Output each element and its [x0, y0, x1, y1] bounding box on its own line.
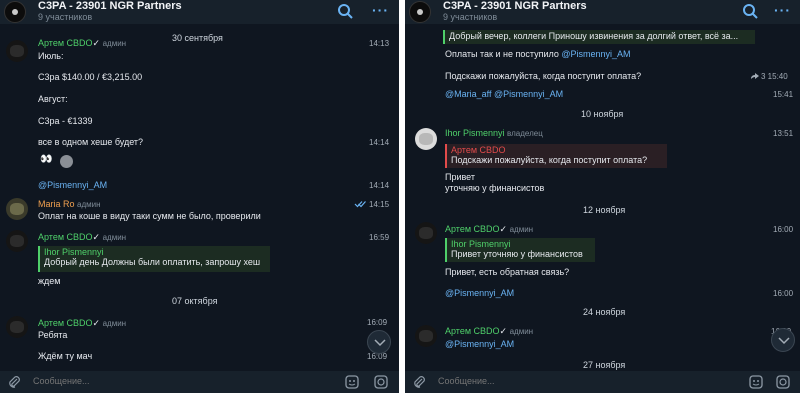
message-time: 15:41 [773, 90, 794, 99]
double-check-icon [354, 201, 366, 208]
reaction-avatar [60, 155, 73, 168]
message-input[interactable] [33, 376, 283, 386]
message-text: Привет [445, 172, 476, 182]
message-text: Ждём ту мач [38, 351, 93, 361]
mention-link[interactable]: @Maria_aff @Pismennyi_AM [445, 89, 563, 99]
sticker-icon[interactable] [748, 374, 764, 390]
avatar[interactable] [6, 230, 28, 252]
message-text: Июль: [38, 51, 64, 61]
message-sender[interactable]: Артем CBDO✓ админ [445, 326, 533, 337]
message-composer [0, 371, 399, 393]
scroll-down-icon [374, 339, 386, 347]
message-text: все в одном хеше будет? [38, 137, 144, 147]
more-icon[interactable]: ··· [372, 3, 389, 17]
camera-icon[interactable] [775, 374, 791, 390]
message-time: 16:09 [367, 318, 388, 327]
chat-panel-left: C3PA - 23901 NGR Partners 9 участников ·… [0, 0, 399, 393]
message-sender[interactable]: Артем CBDO✓ админ [38, 232, 126, 243]
message-sender[interactable]: Ihor Pismennyi владелец [445, 128, 543, 138]
message-time: 16:00 [773, 289, 794, 298]
group-avatar[interactable] [409, 1, 431, 23]
message-time: 13:51 [773, 129, 794, 138]
avatar[interactable] [6, 40, 28, 62]
message-text: Август: [38, 94, 68, 104]
camera-icon[interactable] [373, 374, 389, 390]
message-input[interactable] [438, 376, 688, 386]
eyes-emoji: 👀 [40, 154, 53, 165]
date-separator: 12 ноября [583, 205, 626, 215]
message-text: Оплаты так и не поступило @Pismennyi_AM [445, 49, 631, 59]
date-separator: 07 октября [172, 296, 218, 306]
reply-quote[interactable]: Ihor Pismennyi Привет уточняю у финансис… [445, 238, 595, 262]
scroll-down-button[interactable] [367, 330, 391, 354]
message-time: 14:15 [369, 200, 390, 209]
message-text: Привет, есть обратная связь? [445, 267, 570, 277]
avatar[interactable] [6, 198, 28, 220]
member-count: 9 участников [38, 12, 93, 22]
more-icon[interactable]: ··· [774, 3, 791, 17]
avatar[interactable] [415, 222, 437, 244]
message-text: ждем [38, 276, 61, 286]
chat-header: C3PA - 23901 NGR Partners 9 участников ·… [0, 0, 399, 24]
mention-link[interactable]: @Pismennyi_AM [445, 339, 514, 349]
date-separator: 27 ноября [583, 360, 626, 370]
message-text: Подскажи пожалуйста, когда поступит опла… [445, 71, 642, 81]
chat-header: C3PA - 23901 NGR Partners 9 участников ·… [405, 0, 800, 24]
search-icon[interactable] [336, 2, 354, 20]
message-text: Оплат на коше в виду таки сумм не было, … [38, 211, 261, 221]
message-time: 14:14 [369, 138, 390, 147]
message-time: 14:14 [369, 181, 390, 190]
message-text: C3ра - €1339 [38, 116, 93, 126]
avatar[interactable] [415, 325, 437, 347]
attach-icon[interactable] [7, 375, 21, 389]
message-sender[interactable]: Артем CBDO✓ админ [38, 38, 126, 49]
avatar[interactable] [415, 128, 437, 150]
date-separator: 30 сентября [172, 33, 223, 43]
mention-link[interactable]: @Pismennyi_AM [561, 49, 630, 59]
date-separator: 10 ноября [581, 109, 624, 119]
message-sender[interactable]: Maria Ro админ [38, 199, 101, 209]
reply-quote[interactable]: Добрый вечер, коллеги Приношу извинения … [443, 30, 755, 44]
chat-title[interactable]: C3PA - 23901 NGR Partners [443, 0, 587, 12]
mention-link[interactable]: @Pismennyi_AM [38, 180, 107, 190]
sticker-icon[interactable] [344, 374, 360, 390]
message-text: Ребята [38, 330, 68, 340]
message-time: 14:13 [369, 39, 390, 48]
search-icon[interactable] [741, 2, 759, 20]
message-text: уточняю у финансистов [445, 183, 545, 193]
message-composer [405, 371, 800, 393]
mention-link[interactable]: @Pismennyi_AM [445, 288, 514, 298]
member-count: 9 участников [443, 12, 498, 22]
message-sender[interactable]: Артем CBDO✓ админ [445, 224, 533, 235]
group-avatar[interactable] [4, 1, 26, 23]
date-separator: 24 ноября [583, 307, 626, 317]
message-text: C3ра $140.00 / €3,215.00 [38, 72, 143, 82]
message-sender[interactable]: Артем CBDO✓ админ [38, 318, 126, 329]
message-time: 16:00 [773, 225, 794, 234]
scroll-down-icon [778, 337, 790, 345]
screenshot: C3PA - 23901 NGR Partners 9 участников ·… [0, 0, 800, 393]
attach-icon[interactable] [412, 375, 426, 389]
reply-quote[interactable]: Ihor Pismennyi Добрый день Должны были о… [38, 246, 270, 272]
chat-panel-right: C3PA - 23901 NGR Partners 9 участников ·… [405, 0, 800, 393]
scroll-down-button[interactable] [771, 328, 795, 352]
chat-title[interactable]: C3PA - 23901 NGR Partners [38, 0, 182, 12]
message-time: 3 15:40 [761, 72, 788, 81]
reply-quote[interactable]: Артем CBDO Подскажи пожалуйста, когда по… [445, 144, 667, 168]
forward-icon [751, 73, 759, 79]
message-time: 16:59 [369, 233, 390, 242]
avatar[interactable] [6, 316, 28, 338]
